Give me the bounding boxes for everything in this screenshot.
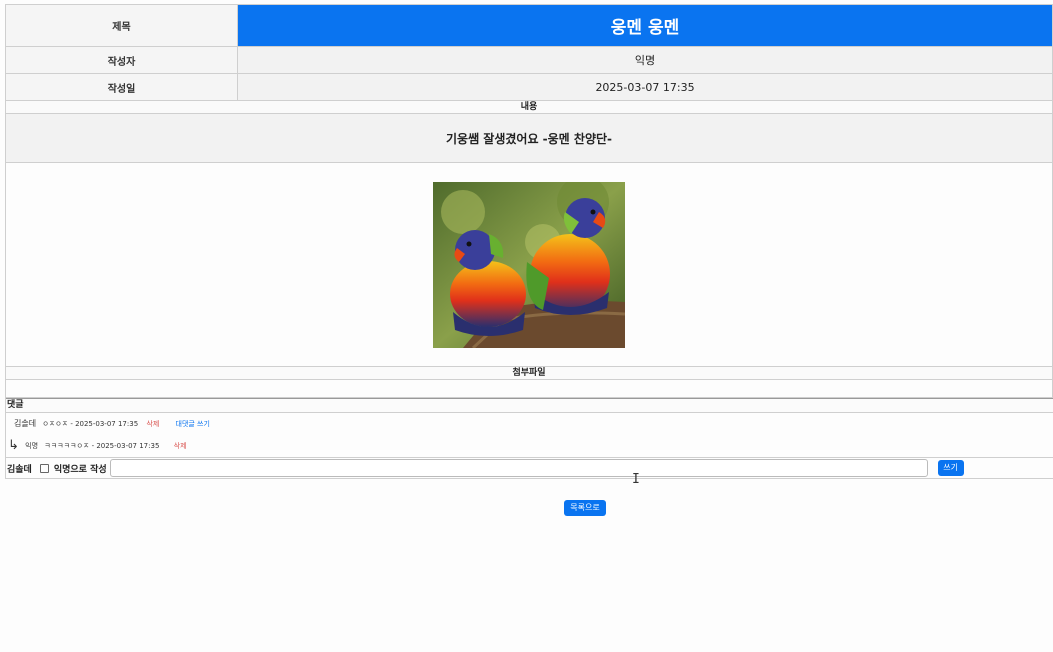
title-label: 제목 bbox=[5, 4, 238, 47]
parrots-image bbox=[433, 181, 625, 348]
comment-submit-button[interactable]: 쓰기 bbox=[937, 460, 964, 476]
comment-write-row: 김솔데 익명으로 작성 쓰기 bbox=[6, 457, 1053, 478]
reply-arrow-icon: ↳ bbox=[8, 438, 19, 453]
reply-author: 익명 bbox=[25, 442, 39, 450]
comment-delete-link[interactable]: 삭제 bbox=[146, 420, 159, 428]
post-image-cell bbox=[5, 162, 1053, 367]
reply-item: ↳ 익명 ㅋㅋㅋㅋㅋㅇㅈ - 2025-03-07 17:35 삭제 bbox=[6, 435, 1053, 457]
reply-text: ㅋㅋㅋㅋㅋㅇㅈ - 2025-03-07 17:35 bbox=[44, 442, 160, 450]
write-reply-link[interactable]: 대댓글 쓰기 bbox=[176, 420, 210, 428]
post-detail: 제목 웅멘 웅멘 작성자 익명 작성일 2025-03-07 17:35 내용 … bbox=[5, 4, 1053, 479]
reply-delete-link[interactable]: 삭제 bbox=[174, 442, 187, 450]
post-author: 익명 bbox=[237, 46, 1053, 74]
comment-author: 김솔데 bbox=[14, 419, 37, 428]
post-date: 2025-03-07 17:35 bbox=[237, 73, 1053, 101]
attachment-label: 첨부파일 bbox=[5, 366, 1053, 380]
post-title: 웅멘 웅멘 bbox=[237, 4, 1053, 47]
comment-item: 김솔데 ㅇㅈㅇㅈ - 2025-03-07 17:35 삭제 대댓글 쓰기 bbox=[6, 413, 1053, 435]
anonymous-label: 익명으로 작성 bbox=[53, 464, 107, 475]
comments-section: 댓글 김솔데 ㅇㅈㅇㅈ - 2025-03-07 17:35 삭제 대댓글 쓰기… bbox=[5, 398, 1053, 479]
back-to-list-button[interactable]: 목록으로 bbox=[564, 500, 606, 516]
text-cursor-icon: I bbox=[632, 472, 640, 487]
post-table: 제목 웅멘 웅멘 작성자 익명 작성일 2025-03-07 17:35 내용 … bbox=[5, 4, 1053, 398]
comment-text: ㅇㅈㅇㅈ - 2025-03-07 17:35 bbox=[42, 420, 139, 428]
date-label: 작성일 bbox=[5, 73, 238, 101]
author-label: 작성자 bbox=[5, 46, 238, 74]
post-content: 기웅쌤 잘생겼어요 -웅멘 찬양단- bbox=[5, 113, 1053, 163]
comment-input[interactable] bbox=[109, 459, 928, 477]
anonymous-checkbox[interactable] bbox=[39, 463, 49, 473]
current-user: 김솔데 bbox=[7, 464, 32, 475]
content-label: 내용 bbox=[5, 100, 1053, 114]
comments-header: 댓글 bbox=[6, 398, 1053, 413]
attachment-area bbox=[5, 379, 1053, 398]
